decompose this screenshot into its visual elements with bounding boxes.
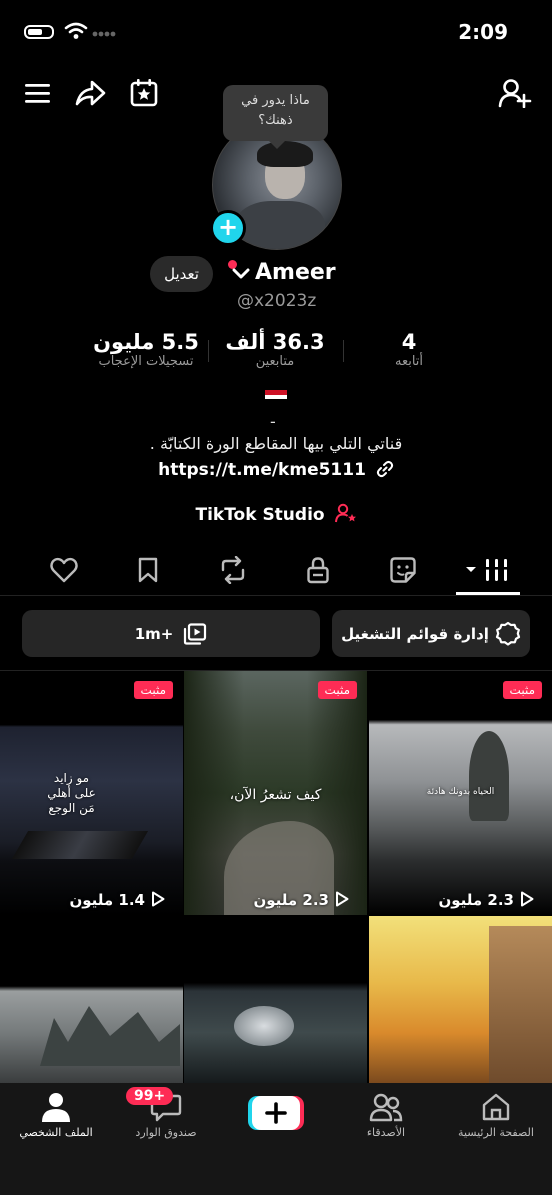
play-icon bbox=[521, 891, 534, 907]
video-tile[interactable] bbox=[184, 916, 367, 1083]
home-icon bbox=[482, 1093, 510, 1121]
pinned-badge: مثبت bbox=[502, 681, 542, 699]
view-count-button[interactable]: 1m+ bbox=[22, 610, 320, 657]
inbox-badge: 99+ bbox=[126, 1087, 174, 1105]
video-tile[interactable] bbox=[369, 916, 552, 1083]
nav-profile[interactable]: الملف الشخصي bbox=[6, 1092, 106, 1139]
tab-favorites[interactable] bbox=[128, 552, 168, 588]
video-views: 2.3 مليون bbox=[184, 891, 367, 909]
bio-text: قناتي التلي بيها المقاطع الورة الكتابّة … bbox=[149, 434, 403, 453]
link-icon bbox=[376, 460, 393, 478]
video-views-count: 1.4 مليون bbox=[69, 891, 145, 909]
battery-icon bbox=[24, 25, 54, 39]
bubble-line-1: ماذا يدور في bbox=[241, 93, 310, 108]
studio-person-star-icon bbox=[334, 503, 356, 523]
share-icon[interactable] bbox=[74, 78, 106, 108]
nav-friends-label: الأصدقاء bbox=[366, 1126, 406, 1139]
video-caption: كيف تشعرُ الآن، bbox=[229, 787, 322, 803]
tiktok-studio-link[interactable]: TikTok Studio bbox=[0, 503, 552, 525]
video-views: 2.3 مليون bbox=[369, 891, 552, 909]
playlist-play-icon bbox=[184, 622, 207, 645]
edit-profile-button[interactable]: تعديل bbox=[150, 256, 213, 292]
pinned-badge: مثبت bbox=[133, 681, 173, 699]
nav-home[interactable]: الصفحة الرئيسية bbox=[446, 1092, 546, 1139]
bio-dash: - bbox=[270, 412, 276, 431]
video-tile[interactable] bbox=[0, 916, 183, 1083]
stat-following-label: أتابعه bbox=[394, 354, 424, 369]
tabs-divider bbox=[0, 595, 552, 596]
calendar-star-icon[interactable] bbox=[129, 78, 159, 108]
video-caption: الحياه بدونك هادئة bbox=[426, 787, 495, 797]
nav-home-label: الصفحة الرئيسية bbox=[458, 1126, 534, 1139]
wifi-icon bbox=[64, 22, 88, 39]
signal-icon bbox=[92, 31, 116, 37]
nav-profile-label: الملف الشخصي bbox=[19, 1126, 93, 1139]
create-button[interactable] bbox=[248, 1094, 304, 1132]
tab-reposts[interactable] bbox=[213, 552, 253, 588]
sticker-icon bbox=[390, 557, 416, 583]
play-icon bbox=[336, 891, 349, 907]
bubble-line-2: ذهنك؟ bbox=[258, 113, 293, 128]
video-views-count: 2.3 مليون bbox=[253, 891, 329, 909]
nav-friends[interactable]: الأصدقاء bbox=[336, 1092, 436, 1139]
video-tile[interactable]: مثبت الحياه بدونك هادئة 2.3 مليون bbox=[369, 671, 552, 915]
bookmark-icon bbox=[138, 557, 158, 583]
tab-stickers[interactable] bbox=[383, 552, 423, 588]
repost-icon bbox=[221, 556, 245, 584]
lock-icon bbox=[307, 557, 329, 584]
profile-icon bbox=[42, 1093, 70, 1122]
video-tile[interactable]: مثبت مو زايد على أهلي مَن الوجع 1.4 مليو… bbox=[0, 671, 183, 915]
video-tile[interactable]: مثبت كيف تشعرُ الآن، 2.3 مليون bbox=[184, 671, 367, 915]
tiktok-studio-label: TikTok Studio bbox=[195, 505, 325, 525]
tab-videos[interactable] bbox=[462, 552, 514, 588]
manage-playlists-label: إدارة قوائم التشغيل bbox=[341, 624, 489, 643]
profile-name[interactable]: Ameer bbox=[255, 260, 336, 285]
menu-icon[interactable] bbox=[24, 78, 52, 108]
gear-icon bbox=[495, 621, 521, 646]
video-caption: مو زايد على أهلي مَن الوجع bbox=[47, 771, 96, 815]
nav-inbox-label: صندوق الوارد bbox=[135, 1126, 197, 1139]
tab-liked[interactable] bbox=[44, 552, 84, 588]
bio-link-text[interactable]: https://t.me/kme5111 bbox=[158, 460, 366, 480]
add-story-plus-icon[interactable]: + bbox=[210, 210, 246, 246]
tab-private[interactable] bbox=[298, 552, 338, 588]
video-views-count: 2.3 مليون bbox=[438, 891, 514, 909]
manage-playlists-button[interactable]: إدارة قوائم التشغيل bbox=[332, 610, 530, 657]
status-time: 2:09 bbox=[458, 20, 508, 44]
profile-handle: @x2023z bbox=[237, 291, 317, 311]
friends-icon bbox=[369, 1093, 403, 1122]
iraq-flag-icon bbox=[265, 390, 287, 404]
pinned-badge: مثبت bbox=[317, 681, 357, 699]
view-count-label: 1m+ bbox=[134, 624, 174, 643]
video-grid-icon bbox=[466, 559, 509, 581]
heart-icon bbox=[50, 557, 78, 583]
bio-link[interactable]: https://t.me/kme5111 bbox=[0, 460, 552, 480]
stat-following-value: 4 bbox=[401, 330, 417, 354]
add-friend-icon[interactable] bbox=[498, 78, 532, 108]
status-bubble[interactable]: ماذا يدور في ذهنك؟ bbox=[223, 85, 328, 149]
stat-following[interactable]: 4 أتابعه bbox=[329, 330, 489, 369]
play-icon bbox=[152, 891, 165, 907]
chevron-down-icon[interactable] bbox=[232, 267, 250, 281]
video-views: 1.4 مليون bbox=[0, 891, 183, 909]
